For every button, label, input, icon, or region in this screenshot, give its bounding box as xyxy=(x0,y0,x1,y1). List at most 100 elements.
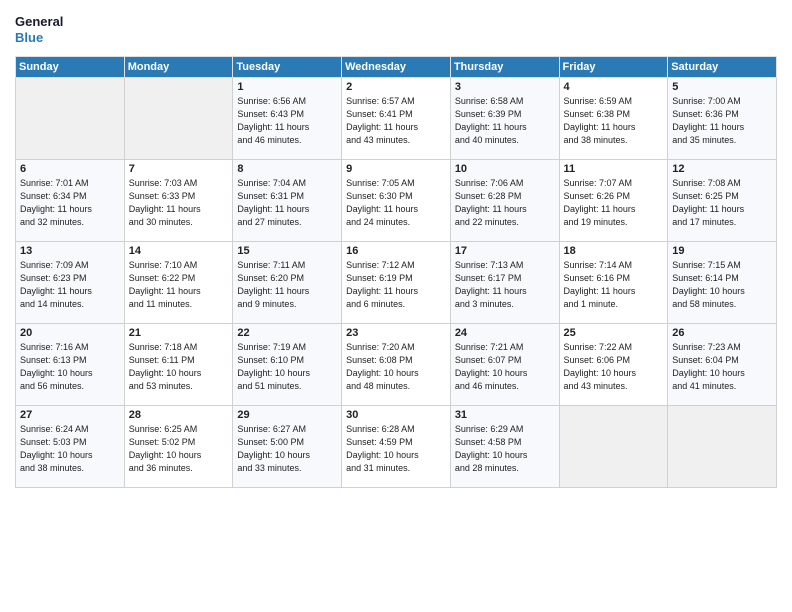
day-number: 7 xyxy=(129,163,229,175)
day-number: 21 xyxy=(129,327,229,339)
day-info: Sunrise: 7:11 AM Sunset: 6:20 PM Dayligh… xyxy=(237,259,337,311)
day-info: Sunrise: 6:24 AM Sunset: 5:03 PM Dayligh… xyxy=(20,423,120,475)
day-number: 22 xyxy=(237,327,337,339)
calendar-week-row: 13 Sunrise: 7:09 AM Sunset: 6:23 PM Dayli… xyxy=(16,242,777,324)
day-info: Sunrise: 7:16 AM Sunset: 6:13 PM Dayligh… xyxy=(20,341,120,393)
weekday-header-monday: Monday xyxy=(124,57,233,78)
calendar-cell: 25 Sunrise: 7:22 AM Sunset: 6:06 PM Dayli… xyxy=(559,324,668,406)
calendar-cell: 7 Sunrise: 7:03 AM Sunset: 6:33 PM Daylig… xyxy=(124,160,233,242)
day-info: Sunrise: 6:29 AM Sunset: 4:58 PM Dayligh… xyxy=(455,423,555,475)
weekday-header-saturday: Saturday xyxy=(668,57,777,78)
weekday-header-row: SundayMondayTuesdayWednesdayThursdayFrid… xyxy=(16,57,777,78)
weekday-header-tuesday: Tuesday xyxy=(233,57,342,78)
header: General Blue xyxy=(15,10,777,48)
day-number: 10 xyxy=(455,163,555,175)
day-number: 27 xyxy=(20,409,120,421)
day-number: 14 xyxy=(129,245,229,257)
calendar-cell: 21 Sunrise: 7:18 AM Sunset: 6:11 PM Dayli… xyxy=(124,324,233,406)
day-info: Sunrise: 7:18 AM Sunset: 6:11 PM Dayligh… xyxy=(129,341,229,393)
calendar-week-row: 1Sunrise: 6:56 AM Sunset: 6:43 PM Daylig… xyxy=(16,78,777,160)
day-number: 9 xyxy=(346,163,446,175)
calendar-cell: 6 Sunrise: 7:01 AM Sunset: 6:34 PM Daylig… xyxy=(16,160,125,242)
day-info: Sunrise: 7:21 AM Sunset: 6:07 PM Dayligh… xyxy=(455,341,555,393)
day-number: 26 xyxy=(672,327,772,339)
calendar-cell xyxy=(124,78,233,160)
day-info: Sunrise: 7:04 AM Sunset: 6:31 PM Dayligh… xyxy=(237,177,337,229)
day-info: Sunrise: 7:22 AM Sunset: 6:06 PM Dayligh… xyxy=(564,341,664,393)
calendar-cell: 28 Sunrise: 6:25 AM Sunset: 5:02 PM Dayli… xyxy=(124,406,233,488)
weekday-header-sunday: Sunday xyxy=(16,57,125,78)
calendar-cell: 27 Sunrise: 6:24 AM Sunset: 5:03 PM Dayli… xyxy=(16,406,125,488)
day-number: 20 xyxy=(20,327,120,339)
calendar-cell: 16 Sunrise: 7:12 AM Sunset: 6:19 PM Dayli… xyxy=(342,242,451,324)
day-info: Sunrise: 6:57 AM Sunset: 6:41 PM Dayligh… xyxy=(346,95,446,147)
day-number: 28 xyxy=(129,409,229,421)
calendar-week-row: 27 Sunrise: 6:24 AM Sunset: 5:03 PM Dayli… xyxy=(16,406,777,488)
day-number: 25 xyxy=(564,327,664,339)
day-info: Sunrise: 7:09 AM Sunset: 6:23 PM Dayligh… xyxy=(20,259,120,311)
calendar-cell: 10 Sunrise: 7:06 AM Sunset: 6:28 PM Dayli… xyxy=(450,160,559,242)
calendar-cell: 4 Sunrise: 6:59 AM Sunset: 6:38 PM Daylig… xyxy=(559,78,668,160)
day-number: 19 xyxy=(672,245,772,257)
day-info: Sunrise: 7:23 AM Sunset: 6:04 PM Dayligh… xyxy=(672,341,772,393)
day-info: Sunrise: 7:15 AM Sunset: 6:14 PM Dayligh… xyxy=(672,259,772,311)
day-info: Sunrise: 7:01 AM Sunset: 6:34 PM Dayligh… xyxy=(20,177,120,229)
day-number: 15 xyxy=(237,245,337,257)
day-number: 29 xyxy=(237,409,337,421)
svg-text:Blue: Blue xyxy=(15,30,43,45)
day-info: Sunrise: 7:14 AM Sunset: 6:16 PM Dayligh… xyxy=(564,259,664,311)
day-info: Sunrise: 7:05 AM Sunset: 6:30 PM Dayligh… xyxy=(346,177,446,229)
day-info: Sunrise: 7:12 AM Sunset: 6:19 PM Dayligh… xyxy=(346,259,446,311)
day-info: Sunrise: 6:27 AM Sunset: 5:00 PM Dayligh… xyxy=(237,423,337,475)
calendar-cell: 1Sunrise: 6:56 AM Sunset: 6:43 PM Daylig… xyxy=(233,78,342,160)
calendar-cell: 3 Sunrise: 6:58 AM Sunset: 6:39 PM Daylig… xyxy=(450,78,559,160)
day-info: Sunrise: 7:07 AM Sunset: 6:26 PM Dayligh… xyxy=(564,177,664,229)
calendar-cell: 19 Sunrise: 7:15 AM Sunset: 6:14 PM Dayli… xyxy=(668,242,777,324)
day-info: Sunrise: 6:59 AM Sunset: 6:38 PM Dayligh… xyxy=(564,95,664,147)
day-number: 23 xyxy=(346,327,446,339)
calendar-cell: 20 Sunrise: 7:16 AM Sunset: 6:13 PM Dayli… xyxy=(16,324,125,406)
calendar-week-row: 6 Sunrise: 7:01 AM Sunset: 6:34 PM Daylig… xyxy=(16,160,777,242)
calendar-cell: 14Sunrise: 7:10 AM Sunset: 6:22 PM Dayli… xyxy=(124,242,233,324)
day-number: 3 xyxy=(455,81,555,93)
calendar-week-row: 20 Sunrise: 7:16 AM Sunset: 6:13 PM Dayli… xyxy=(16,324,777,406)
day-number: 11 xyxy=(564,163,664,175)
day-number: 16 xyxy=(346,245,446,257)
calendar-cell: 15 Sunrise: 7:11 AM Sunset: 6:20 PM Dayli… xyxy=(233,242,342,324)
calendar-cell: 26 Sunrise: 7:23 AM Sunset: 6:04 PM Dayli… xyxy=(668,324,777,406)
calendar-cell: 11 Sunrise: 7:07 AM Sunset: 6:26 PM Dayli… xyxy=(559,160,668,242)
calendar-cell: 30 Sunrise: 6:28 AM Sunset: 4:59 PM Dayli… xyxy=(342,406,451,488)
day-number: 2 xyxy=(346,81,446,93)
calendar-cell: 24Sunrise: 7:21 AM Sunset: 6:07 PM Dayli… xyxy=(450,324,559,406)
day-number: 18 xyxy=(564,245,664,257)
logo: General Blue xyxy=(15,10,65,48)
day-info: Sunrise: 7:03 AM Sunset: 6:33 PM Dayligh… xyxy=(129,177,229,229)
calendar-table: SundayMondayTuesdayWednesdayThursdayFrid… xyxy=(15,56,777,488)
day-info: Sunrise: 6:58 AM Sunset: 6:39 PM Dayligh… xyxy=(455,95,555,147)
weekday-header-thursday: Thursday xyxy=(450,57,559,78)
calendar-cell xyxy=(668,406,777,488)
calendar-cell: 12Sunrise: 7:08 AM Sunset: 6:25 PM Dayli… xyxy=(668,160,777,242)
day-info: Sunrise: 7:08 AM Sunset: 6:25 PM Dayligh… xyxy=(672,177,772,229)
day-number: 6 xyxy=(20,163,120,175)
day-info: Sunrise: 7:19 AM Sunset: 6:10 PM Dayligh… xyxy=(237,341,337,393)
day-info: Sunrise: 6:25 AM Sunset: 5:02 PM Dayligh… xyxy=(129,423,229,475)
day-number: 8 xyxy=(237,163,337,175)
day-number: 4 xyxy=(564,81,664,93)
day-info: Sunrise: 7:00 AM Sunset: 6:36 PM Dayligh… xyxy=(672,95,772,147)
calendar-cell: 9 Sunrise: 7:05 AM Sunset: 6:30 PM Daylig… xyxy=(342,160,451,242)
day-number: 1 xyxy=(237,81,337,93)
day-number: 17 xyxy=(455,245,555,257)
day-info: Sunrise: 6:28 AM Sunset: 4:59 PM Dayligh… xyxy=(346,423,446,475)
day-number: 30 xyxy=(346,409,446,421)
calendar-cell xyxy=(559,406,668,488)
svg-text:General: General xyxy=(15,14,63,29)
day-number: 13 xyxy=(20,245,120,257)
day-info: Sunrise: 7:20 AM Sunset: 6:08 PM Dayligh… xyxy=(346,341,446,393)
calendar-cell: 2 Sunrise: 6:57 AM Sunset: 6:41 PM Daylig… xyxy=(342,78,451,160)
calendar-cell: 13 Sunrise: 7:09 AM Sunset: 6:23 PM Dayli… xyxy=(16,242,125,324)
calendar-cell xyxy=(16,78,125,160)
calendar-cell: 5Sunrise: 7:00 AM Sunset: 6:36 PM Daylig… xyxy=(668,78,777,160)
day-info: Sunrise: 7:13 AM Sunset: 6:17 PM Dayligh… xyxy=(455,259,555,311)
day-info: Sunrise: 7:06 AM Sunset: 6:28 PM Dayligh… xyxy=(455,177,555,229)
